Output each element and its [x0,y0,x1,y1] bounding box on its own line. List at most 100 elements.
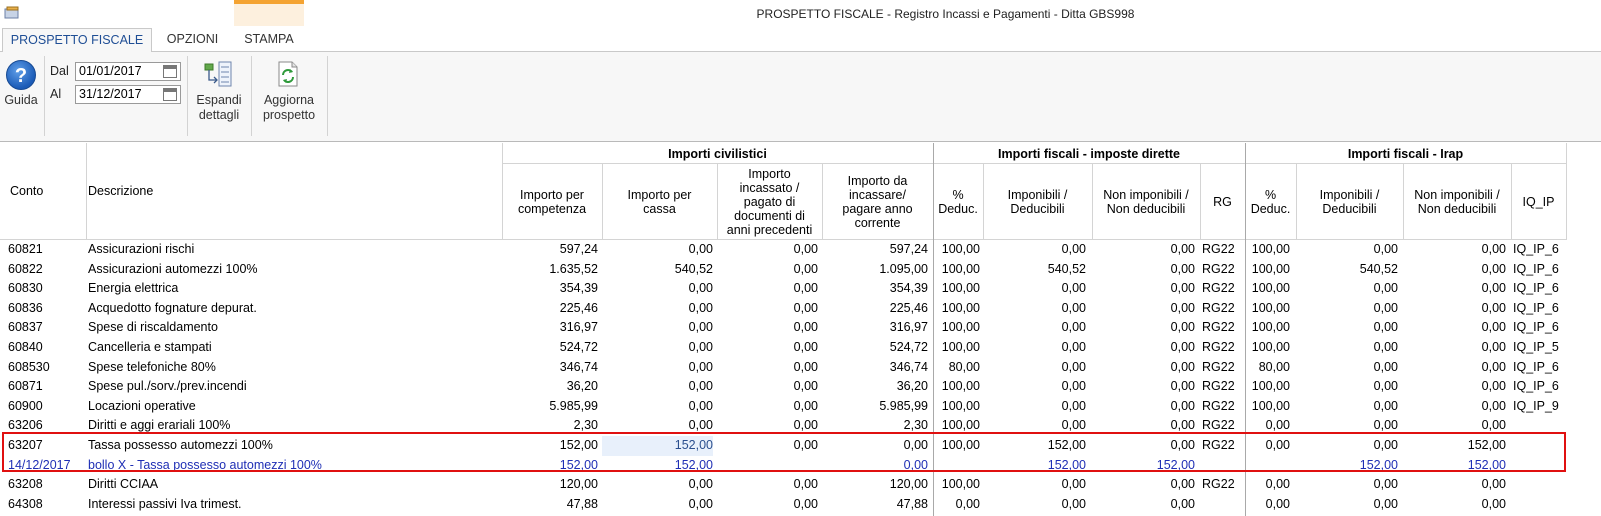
column-header-iq-ip[interactable]: IQ_IP [1511,164,1566,240]
cell-competenza[interactable]: 346,74 [502,358,598,378]
cell-da-incassare[interactable]: 316,97 [822,318,928,338]
column-header-perc-dirette[interactable]: % Deduc. [933,164,983,240]
cell-rg[interactable]: RG22 [1202,279,1243,299]
cell-cassa[interactable]: 0,00 [602,240,713,260]
cell-perc-irap[interactable]: 100,00 [1245,338,1290,358]
cell-imponibili-dir[interactable]: 0,00 [983,397,1086,417]
refresh-button-label-2[interactable]: prospetto [254,108,324,123]
cell-imponibili-irap[interactable]: 540,52 [1296,260,1398,280]
cell-non-imponibili-dir[interactable]: 0,00 [1092,358,1195,378]
cell-iq[interactable]: IQ_IP_6 [1513,279,1566,299]
cell-descrizione[interactable]: Interessi passivi Iva trimest. [88,495,500,515]
cell-descrizione[interactable]: Energia elettrica [88,279,500,299]
cell-descrizione[interactable]: Acquedotto fognature depurat. [88,299,500,319]
cell-descrizione[interactable]: Cancelleria e stampati [88,338,500,358]
cell-non-imponibili-irap[interactable]: 0,00 [1403,260,1506,280]
cell-da-incassare[interactable]: 36,20 [822,377,928,397]
help-icon[interactable]: ? [6,60,36,90]
cell-competenza[interactable]: 316,97 [502,318,598,338]
cell-incassato[interactable]: 0,00 [717,240,818,260]
cell-cassa[interactable]: 0,00 [602,318,713,338]
cell-rg[interactable]: RG22 [1202,240,1243,260]
cell-perc-irap[interactable]: 100,00 [1245,397,1290,417]
cell-imponibili-dir[interactable]: 0,00 [983,495,1086,515]
cell-iq[interactable]: IQ_IP_5 [1513,338,1566,358]
refresh-button-label-1[interactable]: Aggiorna [254,93,324,108]
cell-iq[interactable]: IQ_IP_6 [1513,299,1566,319]
expand-details-button-label-1[interactable]: Espandi [190,93,248,108]
cell-non-imponibili-dir[interactable]: 0,00 [1092,240,1195,260]
cell-competenza[interactable]: 47,88 [502,495,598,515]
cell-competenza[interactable]: 120,00 [502,475,598,495]
cell-conto[interactable]: 60821 [8,240,86,260]
cell-descrizione[interactable]: Spese pul./sorv./prev.incendi [88,377,500,397]
table-row[interactable]: 60837 Spese di riscaldamento 316,97 0,00 0,0… [0,318,1601,338]
cell-imponibili-irap[interactable]: 0,00 [1296,475,1398,495]
to-date-field[interactable]: 31/12/2017 [75,85,181,104]
column-header-cassa[interactable]: Importo per cassa [602,164,717,240]
column-header-imponibili-dirette[interactable]: Imponibili / Deducibili [983,164,1092,240]
column-header-descrizione[interactable]: Descrizione [86,164,502,240]
cell-conto[interactable]: 608530 [8,358,86,378]
cell-descrizione[interactable]: Assicurazioni automezzi 100% [88,260,500,280]
calendar-icon[interactable] [163,88,177,101]
cell-iq[interactable]: IQ_IP_6 [1513,260,1566,280]
column-header-conto[interactable]: Conto [0,164,86,240]
cell-imponibili-irap[interactable]: 0,00 [1296,338,1398,358]
cell-da-incassare[interactable]: 354,39 [822,279,928,299]
cell-conto[interactable]: 60837 [8,318,86,338]
cell-non-imponibili-dir[interactable]: 0,00 [1092,397,1195,417]
cell-non-imponibili-dir[interactable]: 0,00 [1092,260,1195,280]
cell-da-incassare[interactable]: 5.985,99 [822,397,928,417]
cell-incassato[interactable]: 0,00 [717,279,818,299]
cell-conto[interactable]: 60836 [8,299,86,319]
cell-iq[interactable]: IQ_IP_6 [1513,318,1566,338]
cell-imponibili-irap[interactable]: 0,00 [1296,377,1398,397]
cell-competenza[interactable]: 1.635,52 [502,260,598,280]
cell-descrizione[interactable]: Spese telefoniche 80% [88,358,500,378]
column-header-non-imponibili-dirette[interactable]: Non imponibili / Non deducibili [1092,164,1200,240]
cell-iq[interactable]: IQ_IP_9 [1513,397,1566,417]
cell-da-incassare[interactable]: 346,74 [822,358,928,378]
column-header-non-imponibili-irap[interactable]: Non imponibili / Non deducibili [1403,164,1511,240]
cell-competenza[interactable]: 225,46 [502,299,598,319]
cell-non-imponibili-dir[interactable]: 0,00 [1092,377,1195,397]
cell-perc-dir[interactable]: 100,00 [935,279,980,299]
cell-non-imponibili-irap[interactable]: 0,00 [1403,358,1506,378]
cell-conto[interactable]: 60822 [8,260,86,280]
table-row[interactable]: 608530 Spese telefoniche 80% 346,74 0,00 0,0… [0,358,1601,378]
cell-rg[interactable]: RG22 [1202,377,1243,397]
tab-stampa[interactable]: STAMPA [234,28,304,52]
cell-competenza[interactable]: 524,72 [502,338,598,358]
cell-incassato[interactable]: 0,00 [717,397,818,417]
table-row[interactable]: 60836 Acquedotto fognature depurat. 225,46… [0,299,1601,319]
cell-perc-dir[interactable]: 100,00 [935,397,980,417]
cell-conto[interactable]: 63208 [8,475,86,495]
cell-conto[interactable]: 60830 [8,279,86,299]
expand-details-button-label-2[interactable]: dettagli [190,108,248,123]
cell-incassato[interactable]: 0,00 [717,495,818,515]
cell-perc-dir[interactable]: 100,00 [935,240,980,260]
cell-incassato[interactable]: 0,00 [717,338,818,358]
cell-perc-irap[interactable]: 0,00 [1245,495,1290,515]
cell-perc-dir[interactable]: 80,00 [935,358,980,378]
cell-iq[interactable] [1513,475,1566,495]
cell-da-incassare[interactable]: 47,88 [822,495,928,515]
cell-competenza[interactable]: 354,39 [502,279,598,299]
cell-cassa[interactable]: 540,52 [602,260,713,280]
cell-non-imponibili-dir[interactable]: 0,00 [1092,495,1195,515]
cell-cassa[interactable]: 0,00 [602,377,713,397]
tab-opzioni[interactable]: OPZIONI [155,28,230,52]
cell-perc-dir[interactable]: 100,00 [935,318,980,338]
cell-iq[interactable] [1513,495,1566,515]
cell-imponibili-dir[interactable]: 0,00 [983,358,1086,378]
cell-perc-dir[interactable]: 100,00 [935,377,980,397]
cell-rg[interactable]: RG22 [1202,260,1243,280]
cell-non-imponibili-dir[interactable]: 0,00 [1092,318,1195,338]
cell-iq[interactable]: IQ_IP_6 [1513,240,1566,260]
cell-cassa[interactable]: 0,00 [602,358,713,378]
cell-non-imponibili-dir[interactable]: 0,00 [1092,299,1195,319]
cell-descrizione[interactable]: Spese di riscaldamento [88,318,500,338]
cell-non-imponibili-irap[interactable]: 0,00 [1403,475,1506,495]
cell-imponibili-dir[interactable]: 0,00 [983,299,1086,319]
